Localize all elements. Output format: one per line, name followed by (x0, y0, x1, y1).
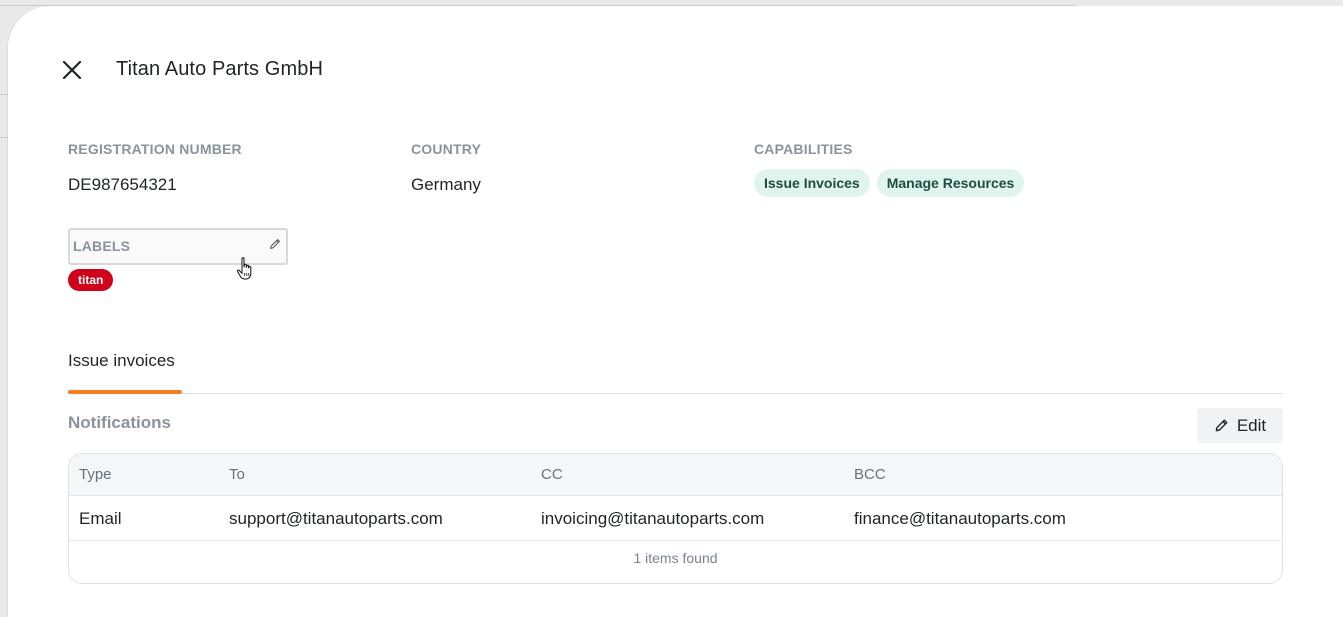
country-value: Germany (411, 175, 481, 194)
notifications-title: Notifications (68, 413, 171, 432)
column-header-to: To (229, 466, 245, 483)
notifications-table: Type To CC BCC Email support@titanautopa… (68, 453, 1283, 584)
label-tag-titan[interactable]: titan (68, 269, 114, 291)
pencil-icon (1215, 419, 1228, 432)
column-header-cc: CC (541, 466, 563, 483)
capability-badge-manage-resources: Manage Resources (876, 169, 1025, 197)
labels-label: LABELS (73, 238, 131, 254)
country-label: COUNTRY (411, 141, 482, 157)
capability-badge-issue-invoices: Issue Invoices (754, 169, 870, 197)
registration-number-label: REGISTRATION NUMBER (68, 141, 242, 157)
tab-issue-invoices[interactable]: Issue invoices (68, 351, 175, 371)
cell-type: Email (79, 509, 122, 528)
hand-pointer-icon (236, 257, 252, 280)
column-header-bcc: BCC (854, 466, 886, 483)
close-icon (62, 60, 82, 80)
edit-button[interactable]: Edit (1197, 408, 1283, 443)
capabilities-label: CAPABILITIES (754, 141, 853, 157)
labels-edit-field[interactable]: LABELS (68, 228, 288, 265)
detail-panel: Titan Auto Parts GmbH REGISTRATION NUMBE… (8, 6, 1343, 617)
cell-bcc: finance@titanautoparts.com (854, 509, 1066, 528)
edit-button-label: Edit (1236, 415, 1267, 435)
pencil-icon[interactable] (268, 237, 282, 251)
table-row[interactable]: Email support@titanautoparts.com invoici… (69, 496, 1282, 541)
cell-cc: invoicing@titanautoparts.com (541, 509, 765, 528)
page-title: Titan Auto Parts GmbH (116, 58, 323, 80)
close-button[interactable] (60, 58, 84, 82)
active-tab-indicator (68, 390, 182, 394)
column-header-type: Type (79, 466, 112, 483)
cell-to: support@titanautoparts.com (229, 509, 443, 528)
registration-number-value: DE987654321 (68, 175, 177, 194)
table-header: Type To CC BCC (69, 454, 1282, 496)
tab-divider (68, 393, 1283, 394)
capabilities-list: Issue Invoices Manage Resources (754, 169, 1025, 197)
items-count: 1 items found (633, 550, 718, 566)
